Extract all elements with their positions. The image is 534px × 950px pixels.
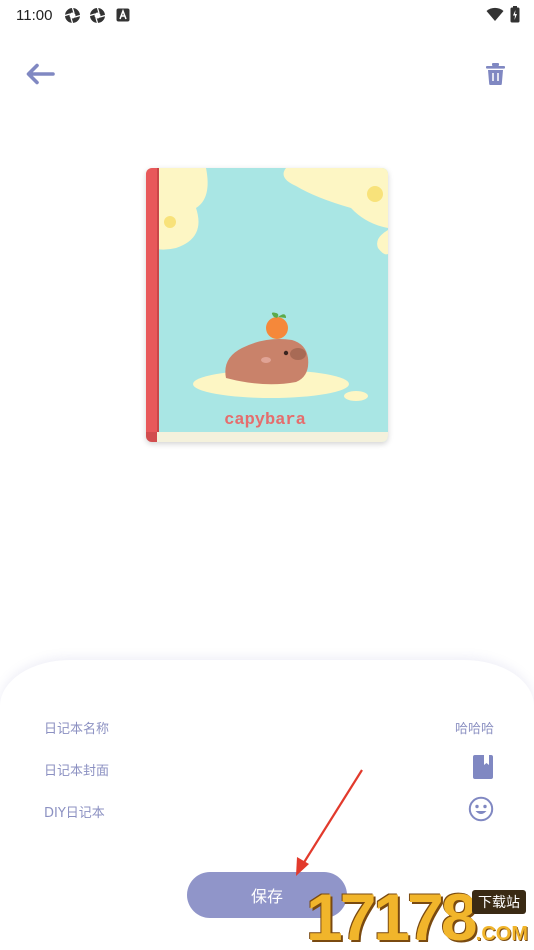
trash-icon [485, 63, 505, 89]
notebook-cover-row[interactable]: 日记本封面 [44, 754, 494, 784]
smiley-icon[interactable] [468, 796, 494, 826]
battery-icon [510, 6, 520, 27]
diy-notebook-row[interactable]: DIY日记本 [44, 796, 494, 826]
notebook-name-label: 日记本名称 [44, 721, 110, 737]
camera-aperture-icon [64, 7, 81, 24]
status-bar: 11:00 [0, 0, 534, 30]
a-notification-icon [114, 7, 131, 24]
back-button[interactable] [24, 60, 56, 92]
notebook-cover-preview[interactable]: capybara [146, 168, 388, 442]
notebook-cover-label: 日记本封面 [44, 763, 110, 779]
delete-button[interactable] [482, 60, 508, 92]
save-button[interactable]: 保存 [187, 872, 347, 918]
notebook-name-row[interactable]: 日记本名称 哈哈哈 [44, 712, 494, 742]
camera-aperture-icon [89, 7, 106, 24]
top-toolbar [0, 56, 534, 96]
wifi-icon [486, 7, 504, 26]
status-time: 11:00 [16, 6, 53, 24]
notebook-name-value[interactable]: 哈哈哈 [455, 718, 494, 737]
diy-notebook-label: DIY日记本 [44, 805, 105, 821]
arrow-left-icon [25, 63, 55, 89]
book-icon[interactable] [472, 755, 494, 783]
cover-title: capybara [224, 411, 306, 430]
